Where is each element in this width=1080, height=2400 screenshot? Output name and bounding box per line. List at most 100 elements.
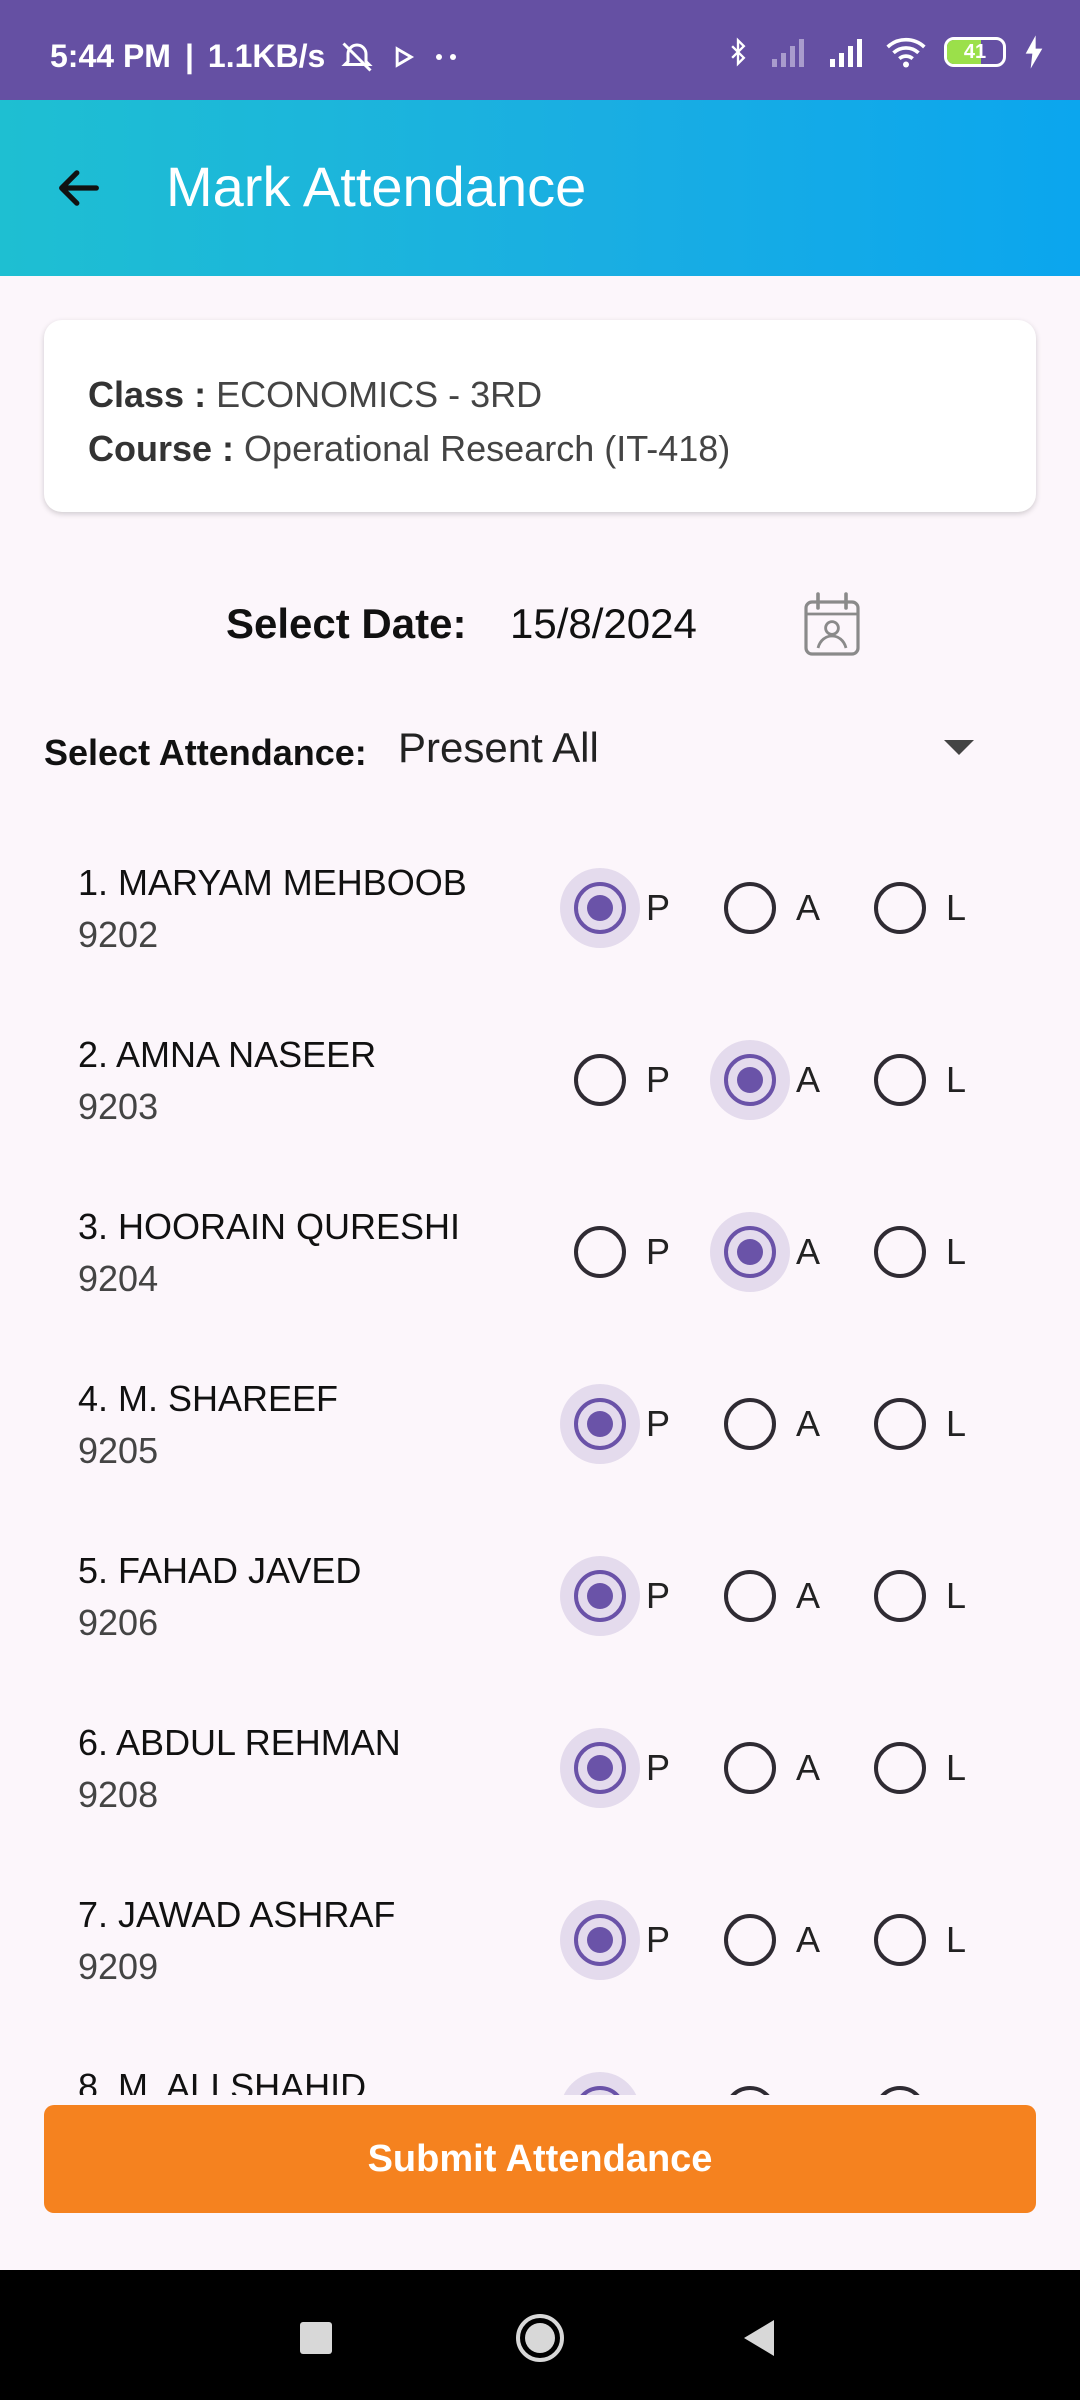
radio-button[interactable] xyxy=(574,1054,626,1106)
radio-button[interactable] xyxy=(874,1742,926,1794)
attendance-option-label: A xyxy=(796,2091,820,2095)
student-list[interactable]: 1. MARYAM MEHBOOB 9202 P A L 2. AMNA NASEER 92… xyxy=(0,800,1080,2095)
student-name: 4. M. SHAREEF xyxy=(78,1378,339,1419)
play-icon xyxy=(389,43,417,71)
radio-button[interactable] xyxy=(874,2086,926,2095)
radio-button[interactable] xyxy=(560,1900,640,1980)
radio-button[interactable] xyxy=(560,1384,640,1464)
back-nav-icon[interactable] xyxy=(730,2310,786,2366)
radio-button[interactable] xyxy=(560,1556,640,1636)
attendance-option-label: P xyxy=(646,1919,671,1960)
date-value[interactable]: 15/8/2024 xyxy=(510,600,697,648)
attendance-option-label: A xyxy=(796,887,821,928)
network-speed: 1.1KB/s xyxy=(207,38,326,74)
bluetooth-icon xyxy=(724,34,752,70)
home-icon[interactable] xyxy=(512,2310,568,2366)
attendance-select-row: Select Attendance: Present All xyxy=(44,720,1000,780)
attendance-select[interactable]: Present All xyxy=(398,724,599,772)
student-roll-number: 9204 xyxy=(78,1258,159,1299)
radio-button[interactable] xyxy=(724,882,776,934)
calendar-button[interactable] xyxy=(800,590,864,660)
arrow-left-icon xyxy=(59,170,99,206)
radio-button[interactable] xyxy=(560,868,640,948)
more-dots-icon xyxy=(431,51,461,63)
attendance-option-label: L xyxy=(946,1059,967,1100)
attendance-option-p[interactable]: P xyxy=(560,1556,670,1636)
page-title: Mark Attendance xyxy=(166,155,587,218)
back-button[interactable] xyxy=(44,150,114,226)
student-name: 1. MARYAM MEHBOOB xyxy=(78,862,467,903)
attendance-option-l[interactable]: L xyxy=(874,878,966,938)
attendance-option-a[interactable]: A xyxy=(724,1566,820,1626)
recents-icon[interactable] xyxy=(288,2310,344,2366)
attendance-option-label: P xyxy=(646,1747,671,1788)
radio-button[interactable] xyxy=(724,1398,776,1450)
attendance-option-label: P xyxy=(646,1059,671,1100)
student-roll-number: 9208 xyxy=(78,1774,159,1815)
attendance-option-a[interactable]: A xyxy=(724,1910,820,1970)
attendance-option-label: P xyxy=(646,887,671,928)
attendance-option-l[interactable]: L xyxy=(874,1738,966,1798)
chevron-down-icon[interactable] xyxy=(944,740,974,755)
radio-button[interactable] xyxy=(724,2086,776,2095)
attendance-option-a[interactable]: A xyxy=(724,1738,820,1798)
radio-button[interactable] xyxy=(874,1226,926,1278)
attendance-option-p[interactable]: P xyxy=(574,1222,670,1282)
student-row: 6. ABDUL REHMAN 9208 P A L xyxy=(0,1660,1080,1832)
battery-icon: 41 xyxy=(944,37,1006,67)
radio-button[interactable] xyxy=(560,1728,640,1808)
radio-button[interactable] xyxy=(574,1226,626,1278)
attendance-select-label: Select Attendance: xyxy=(44,732,367,773)
attendance-option-a[interactable]: A xyxy=(710,1212,820,1292)
student-row: 2. AMNA NASEER 9203 P A L xyxy=(0,972,1080,1144)
attendance-option-label: P xyxy=(646,1231,671,1272)
course-value: Operational Research (IT-418) xyxy=(244,428,731,469)
calendar-icon xyxy=(804,592,860,656)
radio-button[interactable] xyxy=(874,1398,926,1450)
class-label: Class : xyxy=(88,374,207,415)
attendance-option-a[interactable]: A xyxy=(724,2082,820,2095)
attendance-option-p[interactable]: P xyxy=(560,2072,670,2095)
attendance-option-label: L xyxy=(946,1231,967,1272)
student-row: 7. JAWAD ASHRAF 9209 P A L xyxy=(0,1832,1080,2004)
attendance-option-label: L xyxy=(946,1919,967,1960)
attendance-option-label: A xyxy=(796,1747,821,1788)
attendance-option-label: L xyxy=(946,1403,967,1444)
wifi-icon xyxy=(886,35,926,69)
attendance-option-l[interactable]: L xyxy=(874,1910,966,1970)
attendance-option-l[interactable]: L xyxy=(874,1222,966,1282)
radio-button[interactable] xyxy=(710,1040,790,1120)
attendance-option-l[interactable]: L xyxy=(874,1050,966,1110)
radio-button[interactable] xyxy=(874,1570,926,1622)
attendance-option-p[interactable]: P xyxy=(560,868,671,948)
attendance-option-p[interactable]: P xyxy=(560,1384,670,1464)
attendance-option-a[interactable]: A xyxy=(724,1394,820,1454)
student-name: 6. ABDUL REHMAN xyxy=(78,1722,401,1763)
attendance-option-a[interactable]: A xyxy=(724,878,820,938)
radio-button[interactable] xyxy=(710,1212,790,1292)
attendance-option-label: A xyxy=(796,1575,821,1616)
attendance-option-p[interactable]: P xyxy=(574,1050,670,1110)
attendance-option-l[interactable]: L xyxy=(874,1394,966,1454)
radio-button[interactable] xyxy=(874,1914,926,1966)
radio-button[interactable] xyxy=(874,882,926,934)
radio-button[interactable] xyxy=(724,1742,776,1794)
submit-attendance-button[interactable]: Submit Attendance xyxy=(44,2105,1036,2213)
radio-button[interactable] xyxy=(560,2072,640,2095)
attendance-option-p[interactable]: P xyxy=(560,1900,671,1980)
attendance-option-l[interactable]: L xyxy=(874,2082,966,2095)
student-name: 3. HOORAIN QURESHI xyxy=(78,1206,461,1247)
radio-button[interactable] xyxy=(874,1054,926,1106)
course-label: Course : xyxy=(88,428,235,469)
app-bar: Mark Attendance xyxy=(0,100,1080,276)
course-line: Course : Operational Research (IT-418) xyxy=(88,422,992,476)
attendance-option-label: L xyxy=(946,2091,966,2095)
radio-button[interactable] xyxy=(724,1570,776,1622)
student-row: 1. MARYAM MEHBOOB 9202 P A L xyxy=(0,800,1080,972)
student-roll-number: 9205 xyxy=(78,1430,159,1471)
attendance-option-a[interactable]: A xyxy=(710,1040,820,1120)
radio-button[interactable] xyxy=(724,1914,776,1966)
attendance-option-p[interactable]: P xyxy=(560,1728,671,1808)
attendance-option-l[interactable]: L xyxy=(874,1566,966,1626)
attendance-option-label: A xyxy=(796,1919,821,1960)
